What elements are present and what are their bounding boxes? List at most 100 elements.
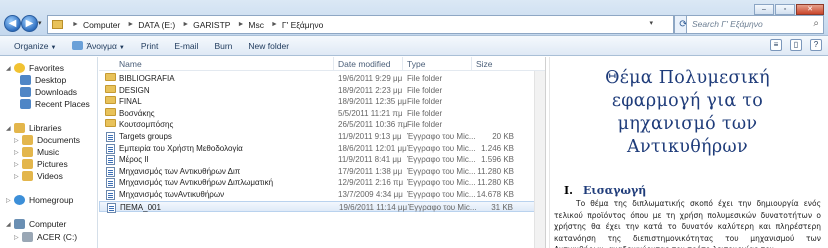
nav-item-desktop[interactable]: Desktop bbox=[20, 75, 66, 85]
breadcrumb-computer[interactable]: Computer bbox=[83, 20, 120, 30]
nav-item-documents[interactable]: ▷ Documents bbox=[14, 135, 80, 145]
table-row[interactable]: Μηχανισμός των Αντικυθήρων Διπλωματική 12… bbox=[99, 177, 545, 189]
chevron-right-icon: ► bbox=[72, 21, 79, 28]
burn-button[interactable]: Burn bbox=[214, 41, 232, 51]
collapse-icon[interactable]: ◢ bbox=[6, 65, 14, 72]
expand-icon[interactable]: ▷ bbox=[14, 137, 22, 144]
downloads-icon bbox=[20, 87, 31, 97]
chevron-right-icon[interactable]: ► bbox=[127, 21, 134, 28]
nav-item-libraries[interactable]: ◢ Libraries bbox=[6, 123, 62, 133]
section-number: I. bbox=[564, 184, 573, 197]
nav-item-label: Recent Places bbox=[35, 99, 90, 109]
chevron-down-icon[interactable]: ▾ bbox=[649, 19, 653, 27]
nav-item-label: Documents bbox=[37, 135, 80, 145]
desktop-icon bbox=[20, 75, 31, 85]
file-type: File folder bbox=[407, 85, 443, 95]
table-row[interactable]: Μέρος ΙΙ 11/9/2011 8:41 μμ Έγγραφο του Mic… bbox=[99, 154, 545, 166]
table-row[interactable]: Μηχανισμός τωνΑντικυθήρων 13/7/2009 4:34 … bbox=[99, 189, 545, 201]
column-header-size[interactable]: Size bbox=[476, 59, 493, 69]
videos-icon bbox=[22, 171, 33, 181]
folder-icon bbox=[52, 20, 63, 29]
pictures-icon bbox=[22, 159, 33, 169]
libraries-icon bbox=[14, 123, 25, 133]
search-icon[interactable]: ⌕ bbox=[813, 18, 819, 29]
star-icon bbox=[14, 63, 25, 73]
file-size: 31 KB bbox=[491, 202, 513, 212]
column-headers: Name Date modified Type Size bbox=[99, 57, 545, 71]
nav-item-pictures[interactable]: ▷ Pictures bbox=[14, 159, 68, 169]
help-icon[interactable]: ? bbox=[810, 39, 822, 51]
preview-pane-icon[interactable]: ▯ bbox=[790, 39, 802, 51]
forward-button[interactable]: ▶ bbox=[21, 15, 38, 32]
table-row[interactable]: Κουτσομπόσης 26/5/2011 10:36 πμ File folde… bbox=[99, 119, 545, 131]
file-name: Εμπειρία του Χρήστη Μεθοδολογία bbox=[119, 143, 243, 153]
nav-item-label: Computer bbox=[29, 219, 67, 229]
table-row[interactable]: ΠΕΜΑ_001 19/6/2011 11:14 μμ Έγγραφο του Mi… bbox=[99, 200, 545, 213]
new-folder-button[interactable]: New folder bbox=[248, 41, 289, 51]
organize-button[interactable]: Organize ▼ bbox=[14, 41, 56, 51]
folder-icon bbox=[105, 84, 116, 93]
word-document-icon bbox=[106, 143, 115, 154]
expand-icon[interactable]: ▷ bbox=[14, 149, 22, 156]
table-row[interactable]: Μηχανισμός των Αντικυθήρων Διπ 17/9/2011 … bbox=[99, 166, 545, 178]
file-size: 11.280 KB bbox=[477, 166, 514, 176]
recent-pages-dropdown-icon[interactable]: ▾ bbox=[38, 19, 46, 29]
chevron-right-icon[interactable]: ► bbox=[271, 21, 278, 28]
breadcrumb-garistp[interactable]: GARISTP bbox=[193, 20, 230, 30]
vertical-scrollbar[interactable] bbox=[534, 71, 545, 248]
table-row[interactable]: BIBLIOGRAFIA 19/6/2011 9:29 μμ File folder bbox=[99, 73, 545, 85]
column-header-date[interactable]: Date modified bbox=[338, 59, 390, 69]
file-type: Έγγραφο του Mic... bbox=[407, 166, 476, 176]
nav-item-computer[interactable]: ◢ Computer bbox=[6, 219, 66, 229]
table-row[interactable]: Βοσνάκης 5/5/2011 11:21 πμ File folder bbox=[99, 107, 545, 120]
nav-item-label: Favorites bbox=[29, 63, 64, 73]
column-divider[interactable] bbox=[471, 57, 472, 71]
expand-icon[interactable]: ▷ bbox=[14, 234, 22, 241]
file-type: File folder bbox=[407, 108, 443, 118]
chevron-right-icon[interactable]: ► bbox=[237, 21, 244, 28]
chevron-right-icon[interactable]: ► bbox=[182, 21, 189, 28]
collapse-icon[interactable]: ◢ bbox=[6, 125, 14, 132]
search-input[interactable]: Search Γ' Εξάμηνο ⌕ bbox=[686, 15, 824, 34]
expand-icon[interactable]: ▷ bbox=[14, 161, 22, 168]
chevron-down-icon: ▼ bbox=[50, 44, 57, 51]
minimize-button[interactable]: – bbox=[754, 4, 774, 15]
table-row[interactable]: Targets groups 11/9/2011 9:13 μμ Έγγραφο τ… bbox=[99, 131, 545, 143]
nav-item-videos[interactable]: ▷ Videos bbox=[14, 171, 63, 181]
close-button[interactable]: ✕ bbox=[796, 4, 824, 15]
nav-item-downloads[interactable]: Downloads bbox=[20, 87, 77, 97]
nav-item-music[interactable]: ▷ Music bbox=[14, 147, 59, 157]
file-name: Κουτσομπόσης bbox=[119, 120, 174, 130]
column-header-name[interactable]: Name bbox=[119, 59, 142, 69]
address-input[interactable]: ► Computer ► DATA (E:) ► GARISTP ► Msc ►… bbox=[47, 15, 674, 34]
back-button[interactable]: ◀ bbox=[4, 15, 21, 32]
expand-icon[interactable]: ▷ bbox=[6, 197, 14, 204]
nav-item-homegroup[interactable]: ▷ Homegroup bbox=[6, 195, 73, 205]
file-size: 1.596 KB bbox=[481, 155, 514, 165]
nav-item-favorites[interactable]: ◢ Favorites bbox=[6, 63, 64, 73]
column-header-type[interactable]: Type bbox=[407, 59, 425, 69]
column-divider[interactable] bbox=[333, 57, 334, 71]
table-row[interactable]: FINAL 18/9/2011 12:35 μμ File folder bbox=[99, 96, 545, 108]
breadcrumb-msc[interactable]: Msc bbox=[248, 20, 264, 30]
window-controls: – ▫ ✕ bbox=[754, 4, 824, 15]
open-button[interactable]: Άνοιγμα ▼ bbox=[72, 40, 125, 51]
date-modified: 12/9/2011 2:16 πμ bbox=[338, 178, 404, 188]
breadcrumb-data-drive[interactable]: DATA (E:) bbox=[138, 20, 175, 30]
email-button[interactable]: E-mail bbox=[174, 41, 198, 51]
expand-icon[interactable]: ▷ bbox=[14, 173, 22, 180]
change-view-icon[interactable]: ≡ bbox=[770, 39, 782, 51]
table-row[interactable]: DESIGN 18/9/2011 2:23 μμ File folder bbox=[99, 84, 545, 97]
table-row[interactable]: Εμπειρία του Χρήστη Μεθοδολογία 18/6/2011… bbox=[99, 143, 545, 155]
column-divider[interactable] bbox=[402, 57, 403, 71]
breadcrumb-current-folder[interactable]: Γ' Εξάμηνο bbox=[282, 20, 323, 30]
collapse-icon[interactable]: ◢ bbox=[6, 221, 14, 228]
nav-item-acer-drive[interactable]: ▷ ACER (C:) bbox=[14, 232, 77, 242]
nav-item-label: Homegroup bbox=[29, 195, 74, 205]
computer-icon bbox=[14, 219, 25, 229]
print-button[interactable]: Print bbox=[141, 41, 158, 51]
maximize-button[interactable]: ▫ bbox=[775, 4, 795, 15]
folder-icon bbox=[105, 73, 116, 81]
nav-item-recent-places[interactable]: Recent Places bbox=[20, 99, 90, 109]
file-size: 1.246 KB bbox=[481, 143, 514, 153]
